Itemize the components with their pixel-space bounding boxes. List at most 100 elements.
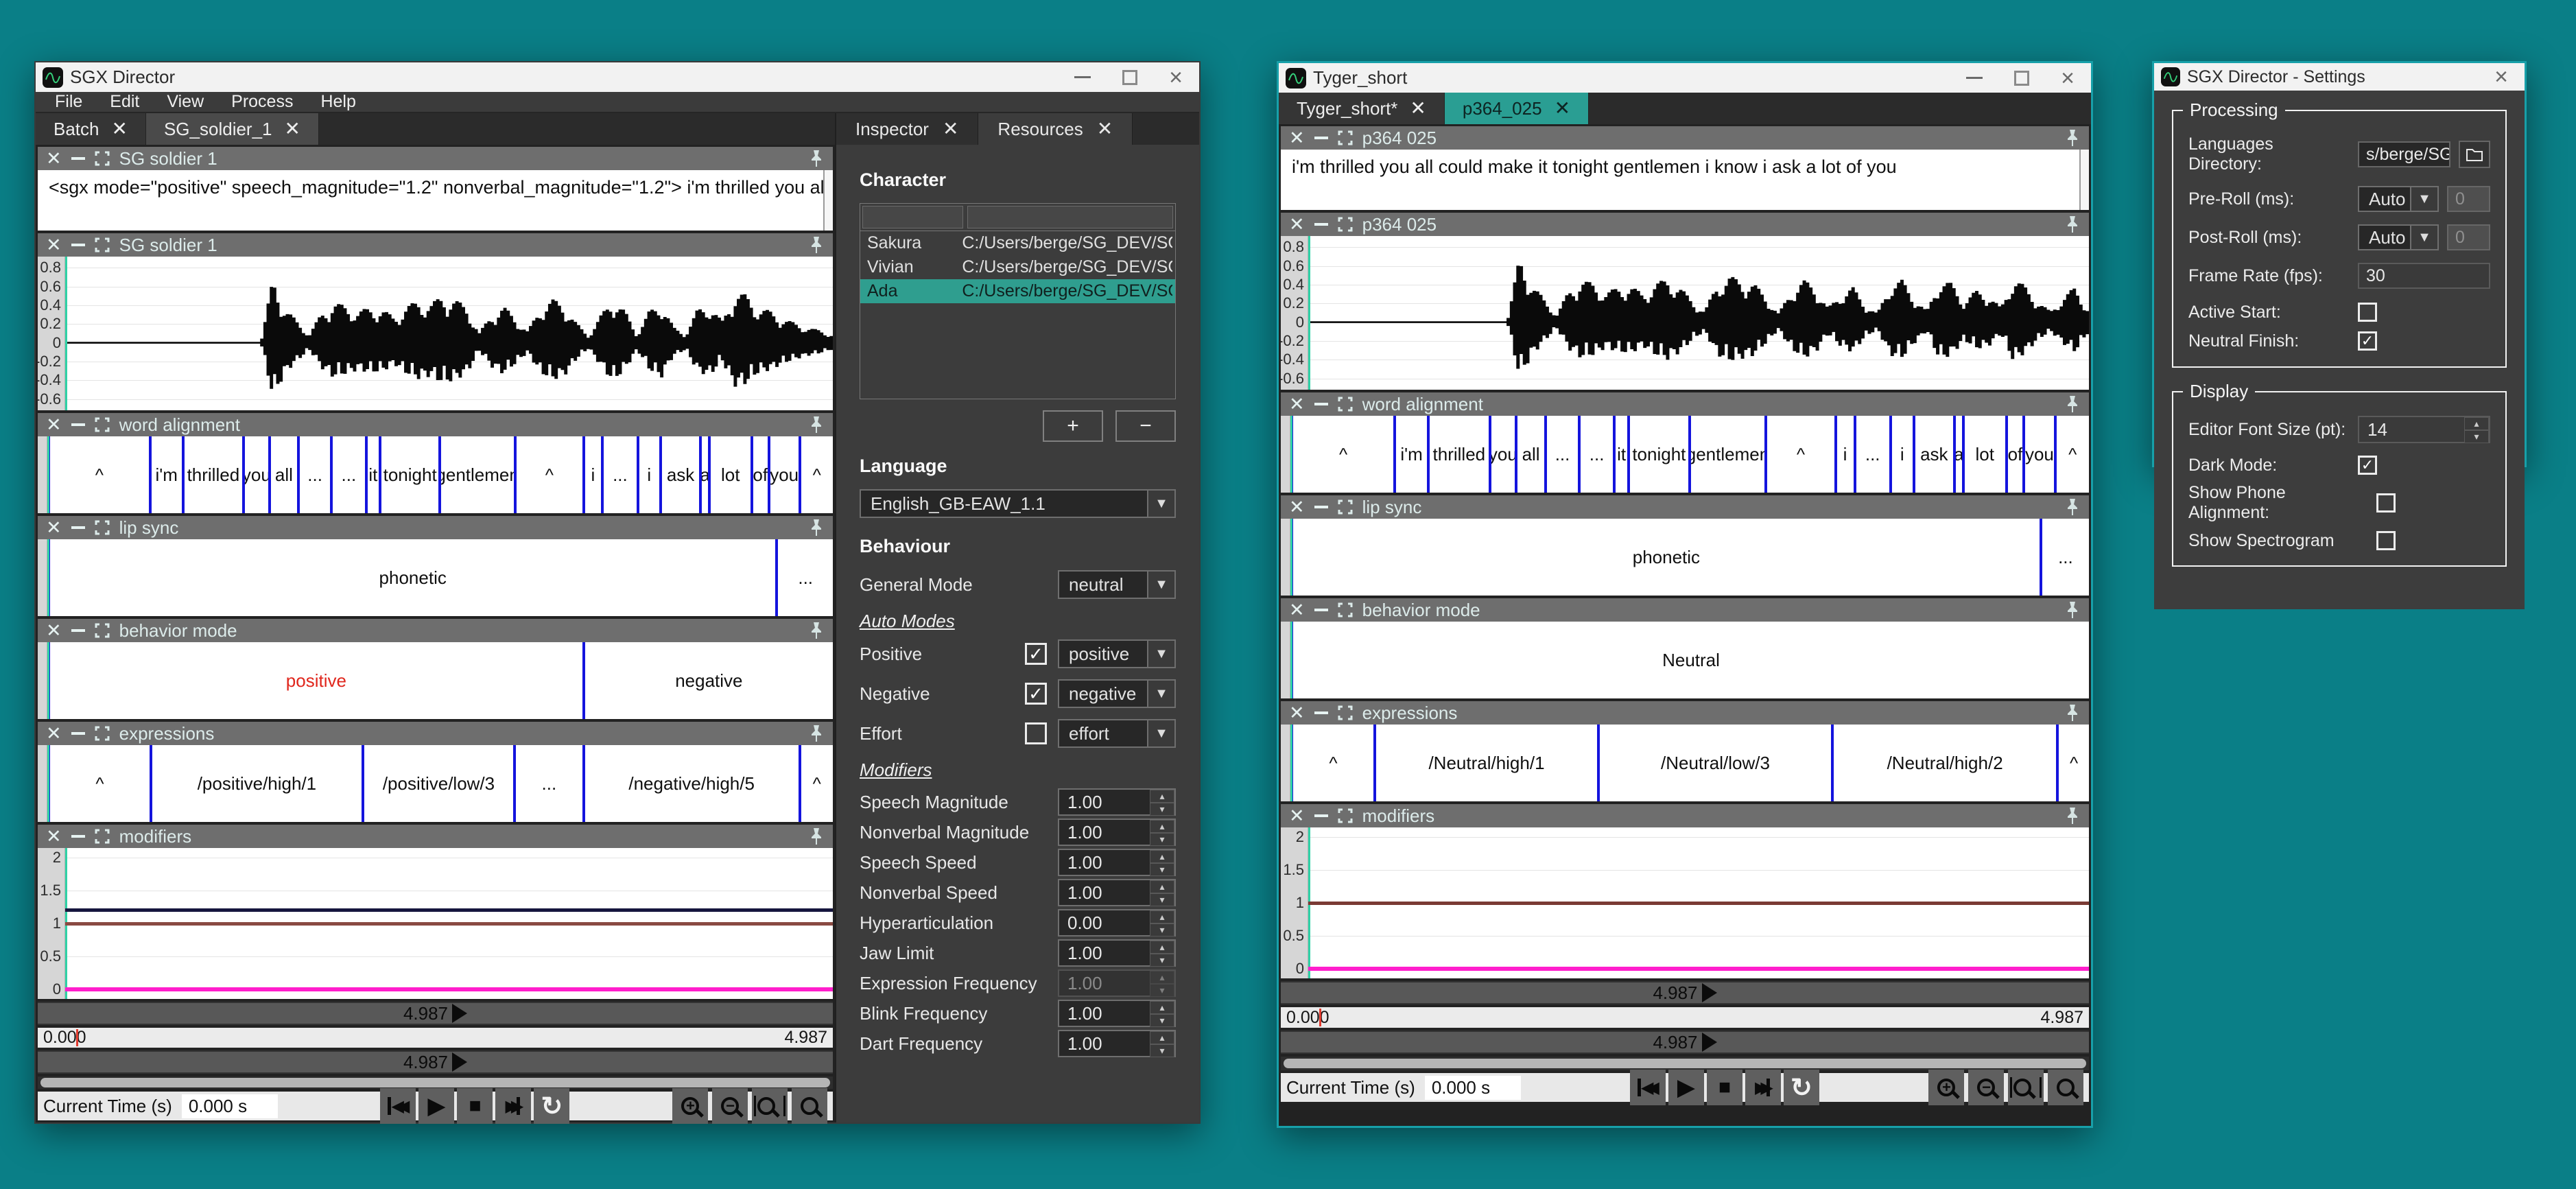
panel-expand-icon[interactable] [1338, 705, 1353, 720]
expression-segment[interactable]: ^ [47, 745, 150, 822]
word-segment[interactable]: all [1515, 416, 1544, 493]
spin-down-icon[interactable]: ▾ [1150, 893, 1174, 906]
panel-minimize-icon[interactable] [71, 732, 85, 735]
word-segment[interactable]: i [1834, 416, 1854, 493]
spin-down-icon[interactable]: ▾ [1150, 1014, 1174, 1027]
spin-up-icon[interactable]: ▴ [2464, 417, 2489, 430]
behavior-segment[interactable]: Neutral [1290, 622, 2089, 698]
modifier-spinbox[interactable]: 0.00 ▴▾ [1058, 909, 1176, 937]
behavior-tier[interactable]: Neutral [1290, 622, 2089, 698]
document-tab[interactable]: Batch✕ [36, 113, 146, 145]
behavior-tier[interactable]: positivenegative [47, 642, 833, 719]
panel-close-icon[interactable]: ✕ [46, 150, 62, 168]
panel-expand-icon[interactable] [1338, 602, 1353, 617]
modifier-spinbox[interactable]: 1.00 ▴▾ [1058, 819, 1176, 846]
modifier-curve[interactable] [65, 908, 833, 912]
word-segment[interactable]: i [1889, 416, 1913, 493]
character-row[interactable]: AdaC:/Users/berge/SG_DEV/SG_Characte... [860, 279, 1175, 303]
panel-close-icon[interactable]: ✕ [46, 236, 62, 255]
playhead[interactable] [47, 539, 49, 616]
minimize-icon[interactable] [1074, 76, 1091, 78]
expression-segment[interactable]: ^ [799, 745, 833, 822]
timeline-bar-bottom[interactable]: 4.987 [1281, 1031, 2089, 1054]
playhead[interactable] [1308, 236, 1310, 390]
panel-expand-icon[interactable] [95, 520, 110, 535]
panel-close-icon[interactable]: ✕ [1289, 395, 1305, 414]
horizontal-scrollbar[interactable] [38, 1076, 833, 1089]
editor-font-size-spinbox[interactable]: 14 ▴▾ [2358, 416, 2490, 443]
pin-icon[interactable] [2064, 807, 2081, 825]
word-segment[interactable]: you [768, 436, 799, 513]
pin-icon[interactable] [808, 236, 825, 254]
skip-start-button[interactable]: ◀◀ [1630, 1070, 1666, 1105]
lip-sync-segment[interactable]: ... [2040, 519, 2089, 596]
word-segment[interactable]: tonight [379, 436, 438, 513]
document-tab[interactable]: p364_025✕ [1445, 93, 1589, 124]
waveform-plot[interactable] [65, 257, 833, 410]
expression-segment[interactable]: /Neutral/high/1 [1373, 725, 1597, 801]
time-range-row[interactable]: 0.0004.987 [38, 1028, 833, 1048]
word-segment[interactable]: ... [1854, 416, 1889, 493]
close-icon[interactable]: × [2494, 70, 2508, 84]
pin-icon[interactable] [808, 622, 825, 639]
auto-mode-checkbox[interactable]: ✓ [1025, 683, 1047, 705]
word-segment[interactable]: ask [659, 436, 699, 513]
zoom-in-button[interactable]: + [672, 1088, 708, 1124]
word-segment[interactable]: ... [1544, 416, 1578, 493]
panel-minimize-icon[interactable] [71, 157, 85, 160]
inspector-tab[interactable]: Resources✕ [978, 113, 1133, 145]
modifier-curve[interactable] [65, 922, 833, 926]
word-segment[interactable]: i'm [149, 436, 182, 513]
word-tier[interactable]: ^i'mthrilledyouall......ittonightgentlem… [1290, 416, 2089, 493]
pin-icon[interactable] [2064, 395, 2081, 413]
spin-down-icon[interactable]: ▾ [1150, 984, 1174, 997]
pin-icon[interactable] [2064, 601, 2081, 619]
menu-item[interactable]: View [153, 92, 217, 112]
skip-start-button[interactable]: ◀◀ [380, 1088, 416, 1124]
pin-icon[interactable] [808, 416, 825, 434]
behavior-segment[interactable]: negative [582, 642, 833, 719]
tab-close-icon[interactable]: ✕ [285, 119, 300, 139]
word-segment[interactable]: of [2005, 416, 2023, 493]
panel-expand-icon[interactable] [95, 623, 110, 638]
word-tier[interactable]: ^i'mthrilledyouall......ittonightgentlem… [47, 436, 833, 513]
spin-up-icon[interactable]: ▴ [1150, 850, 1174, 863]
expression-segment[interactable]: /negative/high/5 [582, 745, 799, 822]
word-segment[interactable]: you [2022, 416, 2053, 493]
word-segment[interactable]: i [637, 436, 659, 513]
zoom-fit-button[interactable] [792, 1088, 827, 1124]
word-segment[interactable]: you [242, 436, 268, 513]
panel-minimize-icon[interactable] [1314, 814, 1328, 817]
menu-item[interactable]: Process [217, 92, 307, 112]
pin-icon[interactable] [2064, 215, 2081, 233]
panel-close-icon[interactable]: ✕ [1289, 215, 1305, 234]
scrollbar[interactable] [823, 170, 833, 231]
stop-button[interactable]: ■ [1707, 1070, 1742, 1105]
panel-expand-icon[interactable] [95, 151, 110, 166]
pin-icon[interactable] [808, 725, 825, 742]
pre-roll-mode-select[interactable]: Auto▼ [2358, 186, 2439, 212]
sgx-text-editor[interactable]: <sgx mode="positive" speech_magnitude="1… [38, 170, 833, 231]
scrollbar[interactable] [2079, 150, 2089, 210]
word-segment[interactable]: of [751, 436, 768, 513]
spin-up-icon[interactable]: ▴ [1150, 790, 1174, 803]
active-start-checkbox[interactable]: ✓ [2358, 303, 2377, 322]
zoom-out-button[interactable]: − [1968, 1070, 2004, 1105]
panel-expand-icon[interactable] [95, 417, 110, 432]
panel-close-icon[interactable]: ✕ [46, 725, 62, 743]
waveform-plot[interactable] [1308, 236, 2089, 390]
dark-mode-checkbox[interactable]: ✓ [2358, 456, 2377, 475]
expressions-tier[interactable]: ^/positive/high/1/positive/low/3.../nega… [47, 745, 833, 822]
scrollbar-thumb[interactable] [1284, 1059, 2086, 1068]
playhead[interactable] [1290, 519, 1292, 596]
tab-close-icon[interactable]: ✕ [1410, 99, 1426, 118]
panel-minimize-icon[interactable] [1314, 609, 1328, 611]
spin-up-icon[interactable]: ▴ [1150, 910, 1174, 923]
spin-down-icon[interactable]: ▾ [1150, 863, 1174, 876]
zoom-selection-button[interactable] [2008, 1070, 2044, 1105]
chevron-down-icon[interactable]: ▼ [1147, 572, 1174, 598]
panel-expand-icon[interactable] [95, 726, 110, 741]
skip-end-button[interactable]: ▶▶ [495, 1088, 531, 1124]
timeline-bar-top[interactable]: 4.987 [1281, 981, 2089, 1004]
spin-down-icon[interactable]: ▾ [1150, 833, 1174, 846]
